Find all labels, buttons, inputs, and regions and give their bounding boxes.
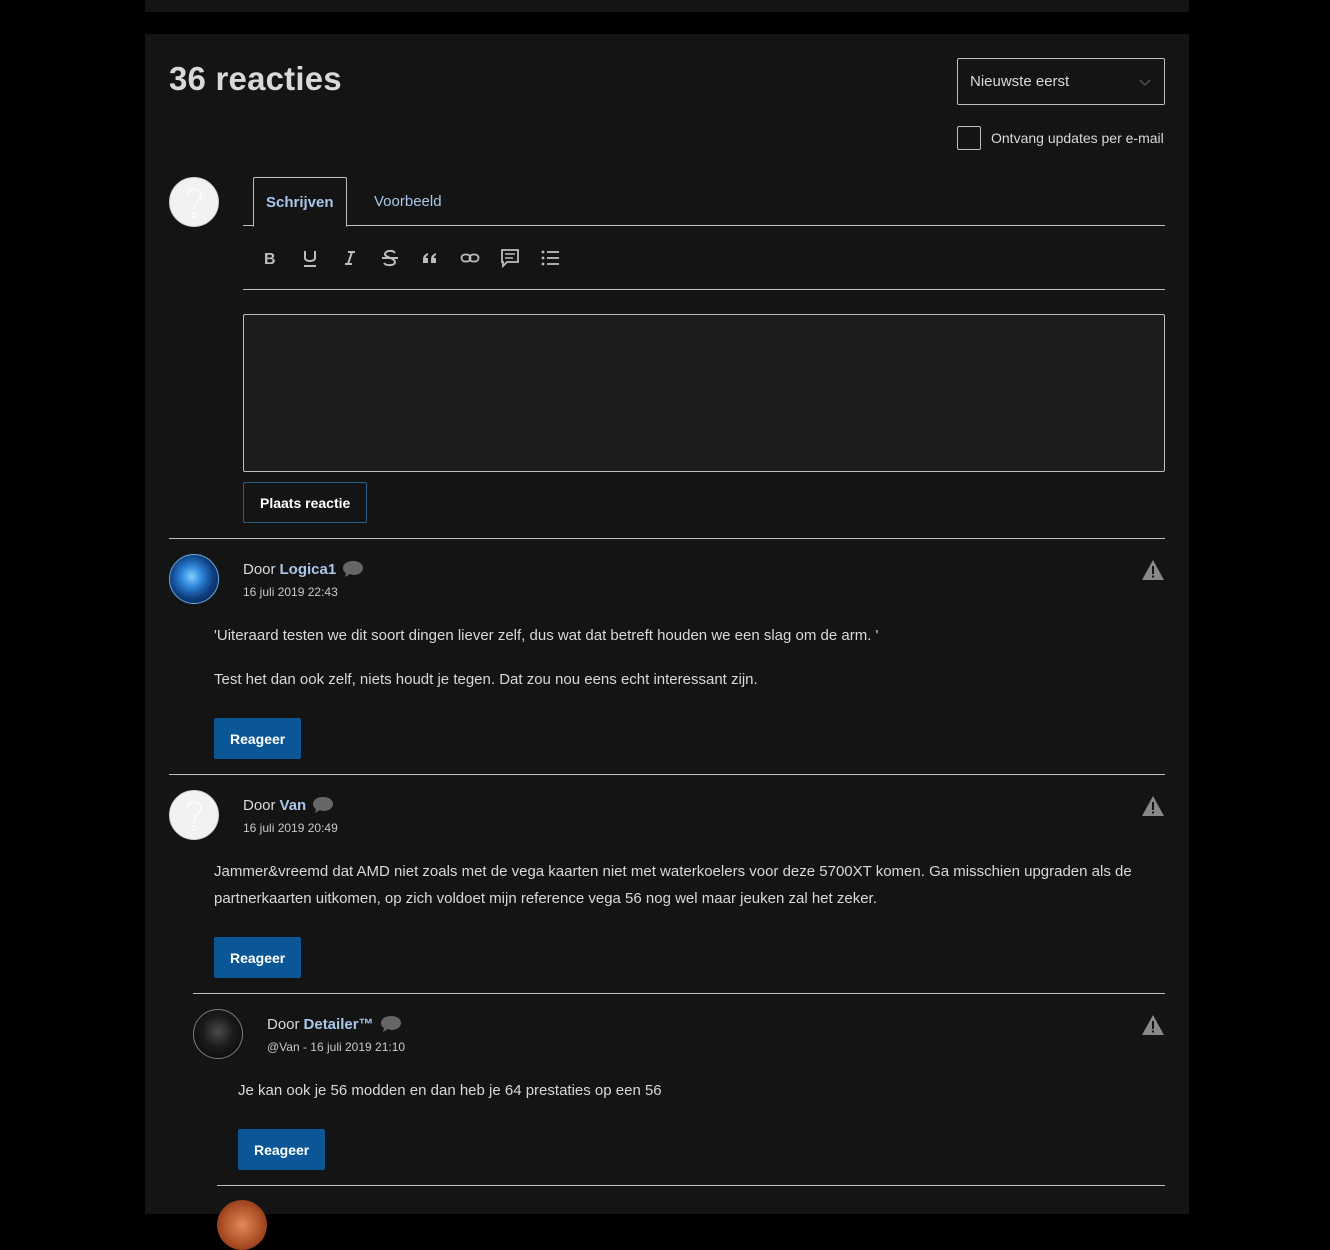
divider xyxy=(217,1185,1165,1186)
comment-textarea[interactable] xyxy=(243,314,1165,472)
italic-icon xyxy=(345,250,355,265)
strikethrough-icon xyxy=(382,249,398,266)
comment-icon xyxy=(501,248,519,268)
subscribe-checkbox[interactable] xyxy=(957,126,981,150)
reply-button[interactable]: Reageer xyxy=(214,718,302,759)
comment-paragraph: 'Uiteraard testen we dit soort dingen li… xyxy=(214,627,879,644)
avatar[interactable] xyxy=(169,790,219,840)
avatar[interactable] xyxy=(217,1200,267,1250)
comment-block-button[interactable] xyxy=(500,242,540,274)
by-prefix: Door xyxy=(243,796,276,814)
sort-select[interactable]: Nieuwste eerst xyxy=(957,58,1165,105)
list-button[interactable] xyxy=(540,242,580,274)
question-mark-icon xyxy=(186,188,202,218)
comment-body: Jammer&vreemd dat AMD niet zoals met de … xyxy=(214,858,1164,912)
comment-paragraph: Jammer&vreemd dat AMD niet zoals met de … xyxy=(214,863,1132,907)
comments-section: 36 reacties Nieuwste eerst Ontvang updat… xyxy=(145,34,1189,1250)
subscribe-option: Ontvang updates per e-mail xyxy=(957,126,1164,150)
author-name[interactable]: Van xyxy=(280,797,307,814)
divider xyxy=(169,774,1165,775)
reply-button[interactable]: Reageer xyxy=(238,1129,326,1170)
quote-button[interactable] xyxy=(420,242,460,274)
message-bubble-icon[interactable] xyxy=(380,1015,402,1033)
strikethrough-button[interactable] xyxy=(380,242,420,274)
comment-header: Door Logica1 16 juli 2019 22:43 xyxy=(243,560,364,599)
italic-button[interactable] xyxy=(340,242,380,274)
svg-text:B: B xyxy=(264,251,276,268)
formatting-toolbar: B xyxy=(243,226,1165,290)
message-bubble-icon[interactable] xyxy=(342,560,364,578)
warning-icon[interactable] xyxy=(1141,795,1165,817)
message-bubble-icon[interactable] xyxy=(312,796,334,814)
author-name[interactable]: Logica1 xyxy=(280,561,337,578)
bold-button[interactable]: B xyxy=(260,242,300,274)
comment-date: @Van - 16 juli 2019 21:10 xyxy=(267,1040,406,1054)
comment-date: 16 juli 2019 22:43 xyxy=(243,585,338,599)
bold-icon: B xyxy=(264,251,276,268)
comment-paragraph: Test het dan ook zelf, niets houdt je te… xyxy=(214,671,758,688)
underline-button[interactable] xyxy=(300,242,340,274)
current-user-avatar xyxy=(169,177,219,227)
question-mark-icon xyxy=(186,801,202,831)
comment-paragraph: Je kan ook je 56 modden en dan heb je 64… xyxy=(238,1082,662,1099)
comment-editor: Schrijven Voorbeeld B Plaats reactie xyxy=(243,177,1165,523)
comment-body: 'Uiteraard testen we dit soort dingen li… xyxy=(214,622,1164,693)
author-name[interactable]: Detailer™ xyxy=(304,1016,374,1033)
comment-body: Je kan ook je 56 modden en dan heb je 64… xyxy=(238,1077,1164,1104)
comment-header: Door Van 16 juli 2019 20:49 xyxy=(243,796,338,836)
divider xyxy=(193,993,1165,994)
top-panel-edge xyxy=(145,0,1189,12)
chevron-down-icon xyxy=(1139,79,1151,86)
comments-count-title: 36 reacties xyxy=(169,60,342,97)
divider xyxy=(169,538,1165,539)
link-button[interactable] xyxy=(460,242,500,274)
avatar[interactable] xyxy=(169,554,219,604)
comment-date: 16 juli 2019 20:49 xyxy=(243,821,338,835)
sort-selected-label: Nieuwste eerst xyxy=(970,73,1070,90)
avatar[interactable] xyxy=(193,1009,243,1059)
post-comment-button[interactable]: Plaats reactie xyxy=(243,482,368,523)
editor-tabs: Schrijven Voorbeeld xyxy=(243,177,1165,227)
by-prefix: Door xyxy=(267,1015,300,1033)
by-prefix: Door xyxy=(243,560,276,578)
reply-button[interactable]: Reageer xyxy=(214,937,302,978)
link-icon xyxy=(460,253,480,262)
tab-voorbeeld[interactable]: Voorbeeld xyxy=(362,177,454,226)
comment-header: Door Detailer™ @Van - 16 juli 2019 21:10 xyxy=(267,1015,406,1055)
warning-icon[interactable] xyxy=(1141,1014,1165,1036)
underline-icon xyxy=(304,250,316,267)
quote-icon xyxy=(423,252,436,263)
list-icon xyxy=(541,250,559,265)
subscribe-label: Ontvang updates per e-mail xyxy=(991,130,1164,146)
tab-schrijven[interactable]: Schrijven xyxy=(253,177,347,227)
warning-icon[interactable] xyxy=(1141,559,1165,581)
